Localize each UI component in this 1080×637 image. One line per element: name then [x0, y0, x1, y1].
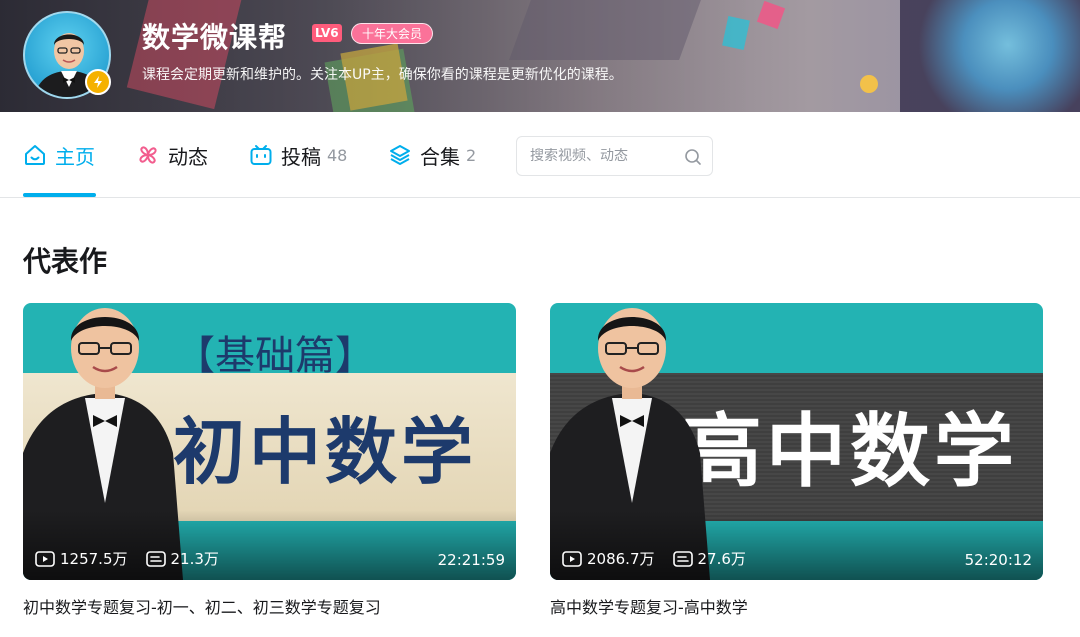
section-title: 代表作 — [23, 245, 108, 278]
pinwheel-icon — [136, 143, 160, 167]
video-duration: 22:21:59 — [437, 551, 505, 569]
verified-lightning-icon — [85, 69, 111, 95]
collections-count: 2 — [466, 145, 477, 165]
tab-dynamics[interactable]: 动态 — [136, 141, 208, 169]
danmaku-count-value: 27.6万 — [697, 550, 746, 568]
play-count-value: 2086.7万 — [587, 550, 655, 568]
tab-label: 投稿 — [281, 144, 321, 169]
play-count-icon — [35, 550, 55, 567]
thumbnail-title: 初中数学 — [173, 410, 478, 494]
active-tab-indicator — [23, 193, 96, 197]
danmaku-count: 21.3万 — [145, 548, 219, 569]
tv-icon — [249, 143, 273, 167]
search-box[interactable] — [516, 136, 713, 176]
layers-icon — [388, 143, 412, 167]
video-duration: 52:20:12 — [964, 551, 1032, 569]
video-stats: 1257.5万 21.3万 — [35, 548, 237, 569]
play-count-value: 1257.5万 — [60, 550, 128, 568]
tab-home[interactable]: 主页 — [23, 141, 95, 169]
play-count-icon — [562, 550, 582, 567]
search-input[interactable] — [530, 148, 680, 164]
danmaku-icon — [672, 550, 693, 567]
tab-label: 动态 — [168, 144, 208, 169]
thumbnail-title: 高中数学 — [682, 405, 1018, 498]
tab-label: 合集 — [420, 144, 460, 169]
video-card[interactable]: 高中数学 2086.7万 27.6万 52:20:12 高中数学专题复习-高中数… — [550, 303, 1043, 618]
level-badge: LV6 — [312, 24, 342, 42]
tab-collections[interactable]: 合集 2 — [388, 141, 476, 169]
thumbnail-gradient — [550, 510, 1043, 580]
tab-label: 主页 — [55, 144, 95, 169]
video-title[interactable]: 初中数学专题复习-初一、初二、初三数学专题复习 — [23, 594, 516, 618]
video-thumbnail[interactable]: 【基础篇】 初中数学 1257.5万 21.3万 22:21:59 — [23, 303, 516, 580]
profile-banner: 数学微课帮 LV6 十年大会员 课程会定期更新和维护的。关注本UP主，确保你看的… — [0, 0, 1080, 112]
thumbnail-gradient — [23, 510, 516, 580]
uploader-signature: 课程会定期更新和维护的。关注本UP主，确保你看的课程是更新优化的课程。 — [142, 67, 623, 83]
tab-uploads[interactable]: 投稿 48 — [249, 141, 347, 169]
play-count: 1257.5万 — [35, 548, 128, 569]
vip-badge[interactable]: 十年大会员 — [351, 23, 434, 44]
search-icon[interactable] — [684, 148, 702, 170]
profile-nav: 主页 动态 投稿 48 合集 2 — [0, 112, 1080, 198]
thumbnail-subtitle: 【基础篇】 — [175, 333, 375, 379]
video-stats: 2086.7万 27.6万 — [562, 548, 764, 569]
video-card[interactable]: 【基础篇】 初中数学 1257.5万 21.3万 22:21:59 初中数学专题… — [23, 303, 516, 618]
danmaku-count: 27.6万 — [672, 548, 746, 569]
uploads-count: 48 — [327, 145, 348, 165]
danmaku-icon — [145, 550, 166, 567]
home-icon — [23, 143, 47, 167]
play-count: 2086.7万 — [562, 548, 655, 569]
danmaku-count-value: 21.3万 — [170, 550, 219, 568]
video-title[interactable]: 高中数学专题复习-高中数学 — [550, 594, 1043, 618]
uploader-name[interactable]: 数学微课帮 — [142, 16, 287, 56]
video-thumbnail[interactable]: 高中数学 2086.7万 27.6万 52:20:12 — [550, 303, 1043, 580]
